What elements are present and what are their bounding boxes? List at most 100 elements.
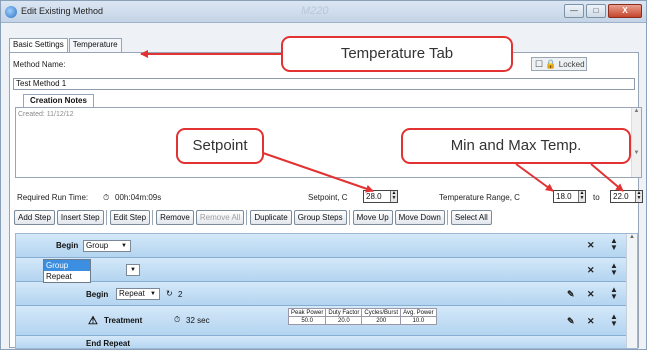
power-value: 10.0	[400, 316, 437, 325]
spinner-arrows-icon[interactable]: ▲ ▼	[390, 191, 397, 202]
toolbar-divider	[152, 210, 154, 225]
chevron-down-icon: ▼	[150, 291, 156, 297]
callout-temperature-tab: Temperature Tab	[281, 36, 513, 72]
duplicate-button[interactable]: Duplicate	[250, 210, 292, 225]
spinner-arrows-icon[interactable]: ▲ ▼	[578, 191, 585, 202]
method-name-input[interactable]: Test Method 1	[13, 78, 635, 90]
window-controls: — □ X	[564, 4, 642, 18]
window-title: Edit Existing Method	[21, 6, 104, 16]
setpoint-label: Setpoint, C	[308, 193, 348, 202]
to-label: to	[593, 193, 600, 202]
power-value: 200	[361, 316, 402, 325]
group-type-value: Group	[86, 241, 109, 250]
group-type-select[interactable]: Group ▼	[83, 240, 131, 252]
toolbar-divider	[348, 210, 350, 225]
repeat-select[interactable]: Repeat ▼	[116, 288, 160, 300]
setpoint-value: 28.0	[366, 192, 382, 201]
power-header: Duty Factor	[325, 308, 363, 317]
begin-label: Begin	[86, 290, 109, 299]
required-run-time-value: 00h:04m:09s	[115, 193, 162, 202]
clock-icon: ⏱	[103, 193, 110, 202]
tab-basic-settings[interactable]: Basic Settings	[9, 38, 68, 53]
lock-icon: 🔒	[545, 59, 557, 69]
reorder-icon[interactable]: ▲ ▼	[610, 262, 618, 277]
edit-pencil-icon[interactable]: ✎	[567, 289, 575, 300]
toolbar-divider	[446, 210, 448, 225]
add-step-button[interactable]: Add Step	[14, 210, 55, 225]
locked-label: Locked	[558, 60, 585, 69]
repeat-value: Repeat	[119, 289, 145, 298]
temperature-range-label: Temperature Range, C	[439, 193, 520, 202]
clock-icon: ⏱	[174, 315, 181, 324]
temp-max-value: 22.0	[613, 192, 629, 201]
step-row-group[interactable]: Begin Group ▼ ✕ ▲ ▼	[16, 234, 626, 258]
step-row-treatment[interactable]: ⚠ Treatment ⏱ 32 sec Peak Power Duty Fac…	[16, 306, 626, 336]
repeat-loop-icon: ↻	[166, 289, 173, 298]
setpoint-spinner[interactable]: 28.0 ▲ ▼	[363, 190, 398, 203]
reorder-icon[interactable]: ▲ ▼	[610, 237, 618, 252]
edit-method-window: Edit Existing Method M220 — □ X Basic Se…	[0, 0, 647, 350]
spinner-arrows-icon[interactable]: ▲ ▼	[635, 191, 642, 202]
tab-temperature[interactable]: Temperature	[68, 38, 122, 52]
group-steps-button[interactable]: Group Steps	[293, 210, 347, 225]
step-row-repeat[interactable]: Be ▼ ✕ ▲▼	[16, 258, 626, 282]
treatment-icon: ⚠	[88, 315, 98, 327]
power-header: Avg. Power	[400, 308, 437, 317]
checkbox-icon: ☐	[535, 59, 544, 69]
toolbar-divider	[246, 210, 248, 225]
group-type-dropdown-list: Group Repeat	[43, 259, 91, 283]
app-icon	[5, 6, 17, 18]
delete-icon[interactable]: ✕	[587, 240, 595, 251]
repeat-type-select[interactable]: ▼	[126, 264, 140, 276]
dropdown-option-repeat[interactable]: Repeat	[44, 271, 90, 282]
step-row-begin-repeat[interactable]: Begin Repeat ▼ ↻ 2 ✎ ✕ ▲ ▼	[16, 282, 626, 306]
settings-tabs: Basic Settings Temperature	[9, 38, 123, 53]
method-name-label: Method Name:	[13, 60, 66, 69]
close-button[interactable]: X	[608, 4, 642, 18]
title-bar: Edit Existing Method M220 — □ X	[1, 1, 646, 23]
locked-toggle[interactable]: ☐ 🔒 Locked	[531, 57, 587, 71]
required-run-time-label: Required Run Time:	[17, 193, 89, 202]
reorder-icon[interactable]: ▲ ▼	[610, 313, 618, 328]
steps-scrollbar[interactable]: ▲	[626, 234, 637, 348]
minimize-button[interactable]: —	[564, 4, 584, 18]
remove-button[interactable]: Remove	[156, 210, 194, 225]
step-row-end-repeat[interactable]: End Repeat	[16, 336, 626, 348]
begin-label: Begin	[56, 241, 79, 250]
notes-scrollbar[interactable]: ▲ ▼	[631, 108, 641, 177]
edit-step-button[interactable]: Edit Step	[109, 210, 151, 225]
callout-min-max-temp: Min and Max Temp.	[401, 128, 631, 164]
power-header: Cycles/Burst	[361, 308, 402, 317]
power-header: Peak Power	[287, 308, 327, 317]
temp-max-spinner[interactable]: 22.0 ▲ ▼	[610, 190, 643, 203]
dropdown-option-group[interactable]: Group	[44, 260, 90, 271]
treatment-label: Treatment	[104, 316, 143, 325]
creation-notes-tab[interactable]: Creation Notes	[23, 94, 94, 107]
power-table: Peak Power Duty Factor Cycles/Burst Avg.…	[287, 308, 437, 325]
created-date-text: Created: 11/12/12	[18, 111, 74, 118]
power-value: 50.0	[287, 316, 327, 325]
power-value: 20.0	[325, 316, 363, 325]
delete-icon[interactable]: ✕	[587, 265, 595, 276]
remove-all-button[interactable]: Remove All	[195, 210, 245, 225]
delete-icon[interactable]: ✕	[587, 289, 595, 300]
chevron-down-icon: ▼	[130, 267, 136, 273]
insert-step-button[interactable]: Insert Step	[56, 210, 104, 225]
faded-app-title: M220	[301, 5, 329, 17]
callout-setpoint: Setpoint	[176, 128, 264, 164]
delete-icon[interactable]: ✕	[587, 316, 595, 327]
move-down-button[interactable]: Move Down	[394, 210, 445, 225]
repeat-count: 2	[178, 290, 183, 299]
step-toolbar: Add Step Insert Step Edit Step Remove Re…	[14, 210, 494, 225]
temp-min-spinner[interactable]: 18.0 ▲ ▼	[553, 190, 586, 203]
edit-pencil-icon[interactable]: ✎	[567, 316, 575, 327]
steps-tree: Begin Group▼ ✕ ▲▼ Be ▼ ✕ ▲▼ Begin Repeat…	[15, 233, 638, 349]
toolbar-divider	[105, 210, 107, 225]
select-all-button[interactable]: Select All	[450, 210, 492, 225]
move-up-button[interactable]: Move Up	[352, 210, 393, 225]
end-repeat-label: End Repeat	[86, 339, 131, 348]
maximize-button[interactable]: □	[586, 4, 606, 18]
reorder-icon[interactable]: ▲ ▼	[610, 286, 618, 301]
chevron-down-icon: ▼	[121, 243, 127, 249]
treatment-time: 32 sec	[186, 316, 210, 325]
